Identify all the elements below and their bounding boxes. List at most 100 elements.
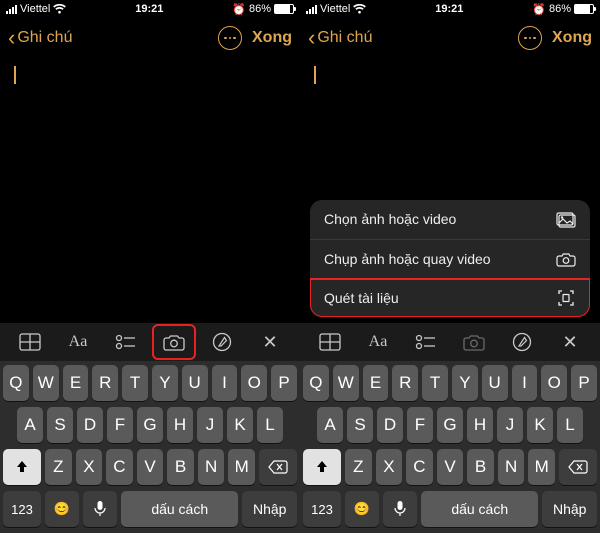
- return-key[interactable]: Nhập: [242, 491, 297, 527]
- back-label[interactable]: Ghi chú: [17, 29, 72, 47]
- key-u[interactable]: U: [482, 365, 508, 401]
- key-f[interactable]: F: [107, 407, 133, 443]
- key-j[interactable]: J: [497, 407, 523, 443]
- close-toolbar-button[interactable]: ✕: [552, 328, 588, 356]
- key-v[interactable]: V: [437, 449, 464, 485]
- key-q[interactable]: Q: [3, 365, 29, 401]
- key-c[interactable]: C: [106, 449, 133, 485]
- key-s[interactable]: S: [347, 407, 373, 443]
- key-k[interactable]: K: [227, 407, 253, 443]
- key-r[interactable]: R: [92, 365, 118, 401]
- key-i[interactable]: I: [212, 365, 238, 401]
- key-b[interactable]: B: [467, 449, 494, 485]
- key-r[interactable]: R: [392, 365, 418, 401]
- key-a[interactable]: A: [317, 407, 343, 443]
- key-y[interactable]: Y: [452, 365, 478, 401]
- key-x[interactable]: X: [76, 449, 103, 485]
- battery-icon: [274, 4, 294, 14]
- shift-key[interactable]: [303, 449, 341, 485]
- key-d[interactable]: D: [77, 407, 103, 443]
- camera-button[interactable]: [156, 328, 192, 356]
- table-button[interactable]: [12, 328, 48, 356]
- checklist-button[interactable]: [408, 328, 444, 356]
- text-format-button[interactable]: Aa: [360, 328, 396, 356]
- key-s[interactable]: S: [47, 407, 73, 443]
- key-w[interactable]: W: [333, 365, 359, 401]
- key-p[interactable]: P: [271, 365, 297, 401]
- key-z[interactable]: Z: [45, 449, 72, 485]
- key-t[interactable]: T: [122, 365, 148, 401]
- key-k[interactable]: K: [527, 407, 553, 443]
- key-h[interactable]: H: [467, 407, 493, 443]
- more-button[interactable]: [218, 26, 242, 50]
- mic-key[interactable]: [83, 491, 117, 527]
- key-e[interactable]: E: [363, 365, 389, 401]
- return-key[interactable]: Nhập: [542, 491, 597, 527]
- space-key[interactable]: dấu cách: [121, 491, 238, 527]
- table-button[interactable]: [312, 328, 348, 356]
- done-button[interactable]: Xong: [252, 29, 292, 47]
- key-p[interactable]: P: [571, 365, 597, 401]
- key-l[interactable]: L: [257, 407, 283, 443]
- key-row-3: Z X C V B N M: [3, 449, 297, 485]
- scan-documents-label: Quét tài liệu: [324, 289, 556, 307]
- key-b[interactable]: B: [167, 449, 194, 485]
- battery-percent: 86%: [549, 3, 571, 15]
- key-f[interactable]: F: [407, 407, 433, 443]
- scan-icon: [556, 289, 576, 307]
- key-u[interactable]: U: [182, 365, 208, 401]
- key-x[interactable]: X: [376, 449, 403, 485]
- markup-button[interactable]: [504, 328, 540, 356]
- key-o[interactable]: O: [541, 365, 567, 401]
- key-w[interactable]: W: [33, 365, 59, 401]
- key-m[interactable]: M: [228, 449, 255, 485]
- back-chevron-icon[interactable]: ‹: [8, 27, 15, 49]
- checklist-button[interactable]: [108, 328, 144, 356]
- status-bar: Viettel 19:21 ⏰ 86%: [300, 0, 600, 18]
- key-row-2: A S D F G H J K L: [3, 407, 297, 443]
- key-y[interactable]: Y: [152, 365, 178, 401]
- camera-button[interactable]: [456, 328, 492, 356]
- key-d[interactable]: D: [377, 407, 403, 443]
- key-h[interactable]: H: [167, 407, 193, 443]
- note-editor[interactable]: [0, 58, 300, 323]
- emoji-key[interactable]: 😊: [45, 491, 79, 527]
- choose-photo-item[interactable]: Chọn ảnh hoặc video: [310, 200, 590, 239]
- back-label[interactable]: Ghi chú: [317, 29, 372, 47]
- key-n[interactable]: N: [198, 449, 225, 485]
- key-v[interactable]: V: [137, 449, 164, 485]
- key-g[interactable]: G: [437, 407, 463, 443]
- camera-icon: [556, 250, 576, 267]
- backspace-key[interactable]: [259, 449, 297, 485]
- numbers-key[interactable]: 123: [303, 491, 341, 527]
- shift-key[interactable]: [3, 449, 41, 485]
- key-t[interactable]: T: [422, 365, 448, 401]
- markup-button[interactable]: [204, 328, 240, 356]
- emoji-key[interactable]: 😊: [345, 491, 379, 527]
- key-l[interactable]: L: [557, 407, 583, 443]
- key-m[interactable]: M: [528, 449, 555, 485]
- close-toolbar-button[interactable]: ✕: [252, 328, 288, 356]
- more-button[interactable]: [518, 26, 542, 50]
- key-i[interactable]: I: [512, 365, 538, 401]
- key-e[interactable]: E: [63, 365, 89, 401]
- backspace-key[interactable]: [559, 449, 597, 485]
- key-o[interactable]: O: [241, 365, 267, 401]
- done-button[interactable]: Xong: [552, 29, 592, 47]
- space-key[interactable]: dấu cách: [421, 491, 538, 527]
- back-chevron-icon[interactable]: ‹: [308, 27, 315, 49]
- key-g[interactable]: G: [137, 407, 163, 443]
- key-j[interactable]: J: [197, 407, 223, 443]
- text-format-button[interactable]: Aa: [60, 328, 96, 356]
- key-c[interactable]: C: [406, 449, 433, 485]
- key-z[interactable]: Z: [345, 449, 372, 485]
- key-a[interactable]: A: [17, 407, 43, 443]
- numbers-key[interactable]: 123: [3, 491, 41, 527]
- note-editor[interactable]: Chọn ảnh hoặc video Chụp ảnh hoặc quay v…: [300, 58, 600, 323]
- carrier-label: Viettel: [20, 3, 50, 15]
- scan-documents-item[interactable]: Quét tài liệu: [310, 279, 590, 317]
- key-q[interactable]: Q: [303, 365, 329, 401]
- take-photo-item[interactable]: Chụp ảnh hoặc quay video: [310, 240, 590, 279]
- mic-key[interactable]: [383, 491, 417, 527]
- key-n[interactable]: N: [498, 449, 525, 485]
